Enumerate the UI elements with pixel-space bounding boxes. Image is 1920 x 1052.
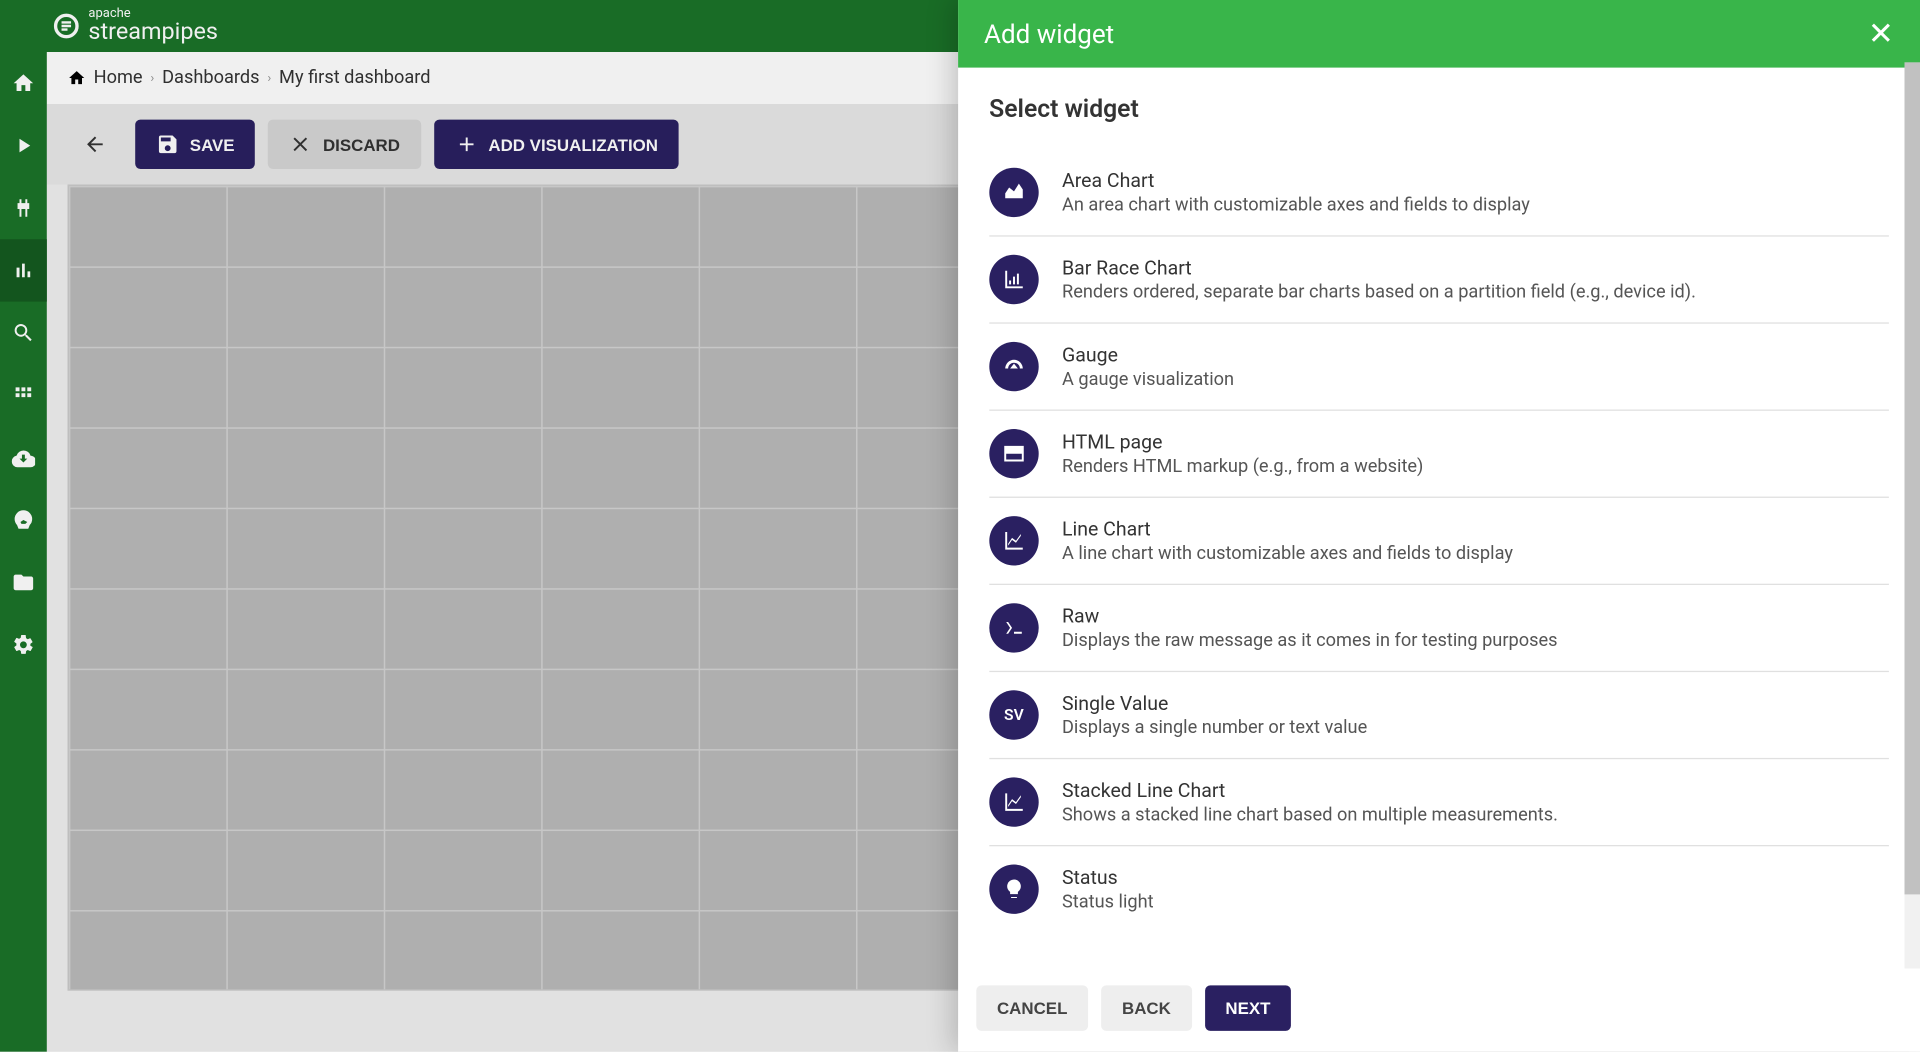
add-widget-drawer: Add widget ✕ Select widget Area Chart An … — [958, 0, 1920, 1052]
drawer-header: Add widget ✕ — [958, 0, 1920, 68]
widget-name: Gauge — [1062, 343, 1234, 366]
widget-desc: Renders ordered, separate bar charts bas… — [1062, 282, 1696, 303]
gauge-icon — [989, 342, 1038, 391]
widget-desc: A line chart with customizable axes and … — [1062, 543, 1513, 564]
widget-name: Raw — [1062, 605, 1558, 628]
raw-icon — [989, 603, 1038, 652]
widget-item-raw[interactable]: Raw Displays the raw message as it comes … — [989, 585, 1889, 672]
line-icon — [989, 516, 1038, 565]
widget-item-status[interactable]: Status Status light — [989, 846, 1889, 932]
widget-item-html[interactable]: HTML page Renders HTML markup (e.g., from… — [989, 411, 1889, 498]
back-button[interactable]: Back — [1101, 986, 1191, 1032]
widget-desc: Renders HTML markup (e.g., from a websit… — [1062, 456, 1423, 477]
widget-name: HTML page — [1062, 430, 1423, 453]
stacked-icon — [989, 777, 1038, 826]
bar-icon — [989, 255, 1038, 304]
widget-name: Status — [1062, 866, 1154, 889]
widget-item-stacked[interactable]: Stacked Line Chart Shows a stacked line c… — [989, 759, 1889, 846]
next-button[interactable]: Next — [1205, 986, 1292, 1032]
widget-item-bar[interactable]: Bar Race Chart Renders ordered, separate … — [989, 237, 1889, 324]
widget-item-sv[interactable]: SV Single Value Displays a single number o… — [989, 672, 1889, 759]
widget-desc: Status light — [1062, 892, 1154, 913]
sv-icon: SV — [989, 690, 1038, 739]
widget-item-line[interactable]: Line Chart A line chart with customizable… — [989, 498, 1889, 585]
area-icon — [989, 168, 1038, 217]
status-icon — [989, 864, 1038, 913]
close-icon[interactable]: ✕ — [1868, 18, 1894, 49]
widget-desc: A gauge visualization — [1062, 369, 1234, 390]
widget-item-gauge[interactable]: Gauge A gauge visualization — [989, 324, 1889, 411]
drawer-footer: Cancel Back Next — [958, 965, 1920, 1052]
section-title: Select widget — [989, 94, 1889, 124]
widget-name: Area Chart — [1062, 169, 1530, 192]
scrollbar-thumb[interactable] — [1904, 62, 1920, 894]
widget-desc: Displays a single number or text value — [1062, 718, 1367, 739]
cancel-button[interactable]: Cancel — [976, 986, 1088, 1032]
widget-name: Single Value — [1062, 692, 1367, 715]
widget-desc: Displays the raw message as it comes in … — [1062, 631, 1558, 652]
widget-name: Stacked Line Chart — [1062, 779, 1558, 802]
html-icon — [989, 429, 1038, 478]
widget-item-area[interactable]: Area Chart An area chart with customizabl… — [989, 150, 1889, 237]
scrollbar-track[interactable] — [1904, 62, 1920, 968]
widget-name: Bar Race Chart — [1062, 256, 1696, 279]
widget-desc: An area chart with customizable axes and… — [1062, 195, 1530, 216]
widget-name: Line Chart — [1062, 517, 1513, 540]
drawer-title: Add widget — [984, 18, 1114, 49]
widget-desc: Shows a stacked line chart based on mult… — [1062, 805, 1558, 826]
